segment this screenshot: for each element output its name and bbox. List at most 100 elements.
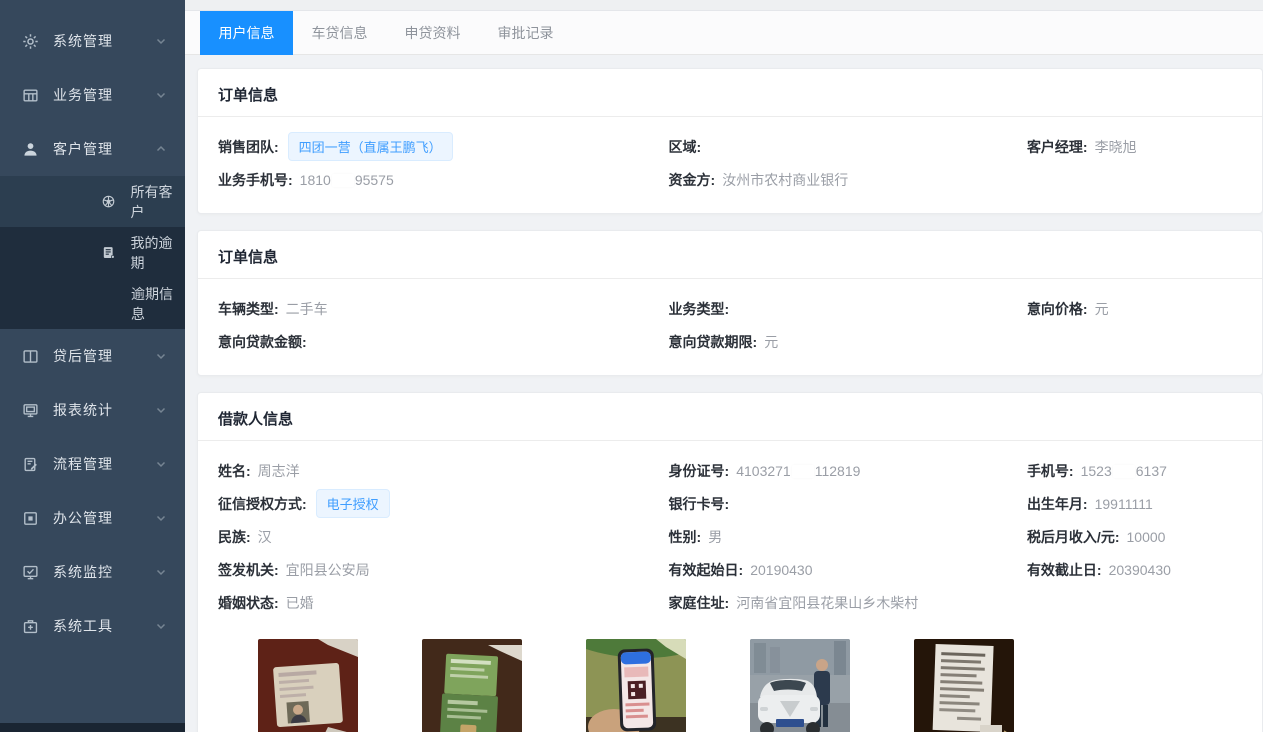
- field-vehicle-type: 车辆类型:二手车: [218, 299, 669, 319]
- photo-id-card[interactable]: [258, 639, 358, 732]
- sidebar-item-postloan-management[interactable]: 贷后管理: [0, 329, 185, 383]
- field-sales-team: 销售团队:四团一营（直属王鹏飞）: [218, 132, 669, 161]
- photo-person-with-car[interactable]: [750, 639, 850, 732]
- sidebar-footer-strip: [0, 723, 185, 732]
- photo-driver-license[interactable]: [422, 639, 522, 732]
- sidebar-item-label: 系统管理: [53, 31, 155, 51]
- sidebar-item-label: 我的逾期: [131, 233, 185, 273]
- tab-approval-records[interactable]: 审批记录: [479, 11, 572, 55]
- chevron-down-icon: [155, 458, 167, 470]
- sidebar-item-system-management[interactable]: 系统管理: [0, 14, 185, 68]
- sidebar-item-overdue-info[interactable]: 逾期信息: [0, 278, 185, 329]
- monitor-icon: [22, 402, 39, 419]
- chevron-down-icon: [155, 566, 167, 578]
- top-strip: [185, 0, 1263, 11]
- field-ethnicity: 民族:汉: [218, 527, 669, 547]
- credit-auth-tag[interactable]: 电子授权: [316, 489, 390, 518]
- redaction-block: [332, 174, 354, 187]
- borrower-info-card: 借款人信息 姓名:周志洋 身份证号:4103271112819 手机号:1523…: [197, 392, 1263, 732]
- field-account-manager: 客户经理:李晓旭: [1027, 137, 1242, 157]
- sidebar-item-my-overdue[interactable]: 我的逾期: [0, 227, 185, 278]
- card-title: 借款人信息: [218, 411, 293, 428]
- photo-item: 身份证: [258, 639, 358, 732]
- attachment-photos: 身份证: [258, 639, 1242, 732]
- field-valid-from: 有效起始日:20190430: [669, 560, 1027, 580]
- sidebar-nav: 系统管理 业务管理 客户管理: [0, 0, 185, 732]
- redaction-block: [1113, 465, 1135, 478]
- sales-team-tag[interactable]: 四团一营（直属王鹏飞）: [288, 132, 453, 161]
- content-scroll-area[interactable]: 订单信息 销售团队:四团一营（直属王鹏飞） 区域: 客户经理:李晓旭: [185, 55, 1263, 732]
- sidebar-item-system-tools[interactable]: 系统工具: [0, 599, 185, 653]
- field-intent-loan-term: 意向贷款期限:元: [669, 332, 1027, 352]
- field-gender: 性别:男: [669, 527, 1027, 547]
- tab-user-info[interactable]: 用户信息: [200, 11, 293, 55]
- photo-handwritten-document[interactable]: [914, 639, 1014, 732]
- field-birth-date: 出生年月:19911111: [1027, 494, 1242, 514]
- chevron-down-icon: [155, 350, 167, 362]
- field-phone: 手机号:15236137: [1027, 461, 1242, 481]
- field-id-number: 身份证号:4103271112819: [669, 461, 1027, 481]
- field-intent-loan-amount: 意向贷款金额:: [218, 332, 669, 352]
- sidebar-item-system-monitor[interactable]: 系统监控: [0, 545, 185, 599]
- gear-icon: [22, 33, 39, 50]
- field-home-address: 家庭住址:河南省宜阳县花果山乡木柴村: [669, 593, 1027, 613]
- order-info-card: 订单信息 销售团队:四团一营（直属王鹏飞） 区域: 客户经理:李晓旭: [197, 68, 1263, 214]
- sidebar-item-customer-management[interactable]: 客户管理: [0, 122, 185, 176]
- field-region: 区域:: [669, 137, 1027, 157]
- sidebar-item-label: 业务管理: [53, 85, 155, 105]
- card-title: 订单信息: [218, 249, 278, 266]
- tab-car-loan-info[interactable]: 车贷信息: [293, 11, 386, 55]
- main-area: 用户信息 车贷信息 申贷资料 审批记录 订单信息 销售团队:四团一营（直属王鹏飞…: [185, 0, 1263, 732]
- photo-item: 征信授权: [586, 639, 686, 732]
- photo-item: 其他材料: [914, 639, 1014, 732]
- card-header: 订单信息: [198, 231, 1262, 279]
- chevron-down-icon: [155, 620, 167, 632]
- field-issuing-authority: 签发机关:宜阳县公安局: [218, 560, 669, 580]
- book-icon: [22, 348, 39, 365]
- photo-item: 人车合影: [750, 639, 850, 732]
- sidebar-item-label: 报表统计: [53, 400, 155, 420]
- field-name: 姓名:周志洋: [218, 461, 669, 481]
- chevron-up-icon: [155, 143, 167, 155]
- sidebar-item-label: 贷后管理: [53, 346, 155, 366]
- field-intent-price: 意向价格:元: [1027, 299, 1242, 319]
- flow-icon: [22, 456, 39, 473]
- sidebar-item-label: 办公管理: [53, 508, 155, 528]
- field-marital-status: 婚姻状态:已婚: [218, 593, 669, 613]
- field-monthly-income: 税后月收入/元:10000: [1027, 527, 1242, 547]
- chevron-down-icon: [155, 404, 167, 416]
- redaction-block: [792, 465, 814, 478]
- sidebar-item-process-management[interactable]: 流程管理: [0, 437, 185, 491]
- customer-management-submenu: 所有客户 我的逾期 逾期信息: [0, 176, 185, 329]
- card-header: 订单信息: [198, 69, 1262, 117]
- sidebar-item-label: 所有客户: [131, 182, 185, 222]
- tools-icon: [22, 618, 39, 635]
- sidebar-item-business-management[interactable]: 业务管理: [0, 68, 185, 122]
- field-bank-card: 银行卡号:: [669, 494, 1027, 514]
- chevron-down-icon: [155, 89, 167, 101]
- photo-credit-auth-qr[interactable]: [586, 639, 686, 732]
- field-business-phone: 业务手机号:181095575: [218, 170, 669, 190]
- sidebar-item-report-statistics[interactable]: 报表统计: [0, 383, 185, 437]
- notebook-icon: [100, 244, 117, 261]
- office-icon: [22, 510, 39, 527]
- sidebar-item-label: 系统工具: [53, 616, 155, 636]
- photo-item: 驾驶证副本: [422, 639, 522, 732]
- grid-icon: [22, 87, 39, 104]
- chevron-down-icon: [155, 512, 167, 524]
- monitor-check-icon: [22, 564, 39, 581]
- sidebar-item-label: 系统监控: [53, 562, 155, 582]
- field-credit-auth-method: 征信授权方式:电子授权: [218, 489, 669, 518]
- sidebar-item-label: 逾期信息: [131, 284, 185, 324]
- card-header: 借款人信息: [198, 393, 1262, 441]
- field-funder: 资金方:汝州市农村商业银行: [669, 170, 1027, 190]
- chevron-down-icon: [155, 35, 167, 47]
- sidebar-item-all-customers[interactable]: 所有客户: [0, 176, 185, 227]
- sidebar-item-office-management[interactable]: 办公管理: [0, 491, 185, 545]
- user-icon: [22, 141, 39, 158]
- card-title: 订单信息: [218, 87, 278, 104]
- tab-loan-application-docs[interactable]: 申贷资料: [386, 11, 479, 55]
- detail-tabbar: 用户信息 车贷信息 申贷资料 审批记录: [185, 11, 1263, 55]
- field-valid-to: 有效截止日:20390430: [1027, 560, 1242, 580]
- loan-intent-card: 订单信息 车辆类型:二手车 业务类型: 意向价格:元: [197, 230, 1263, 376]
